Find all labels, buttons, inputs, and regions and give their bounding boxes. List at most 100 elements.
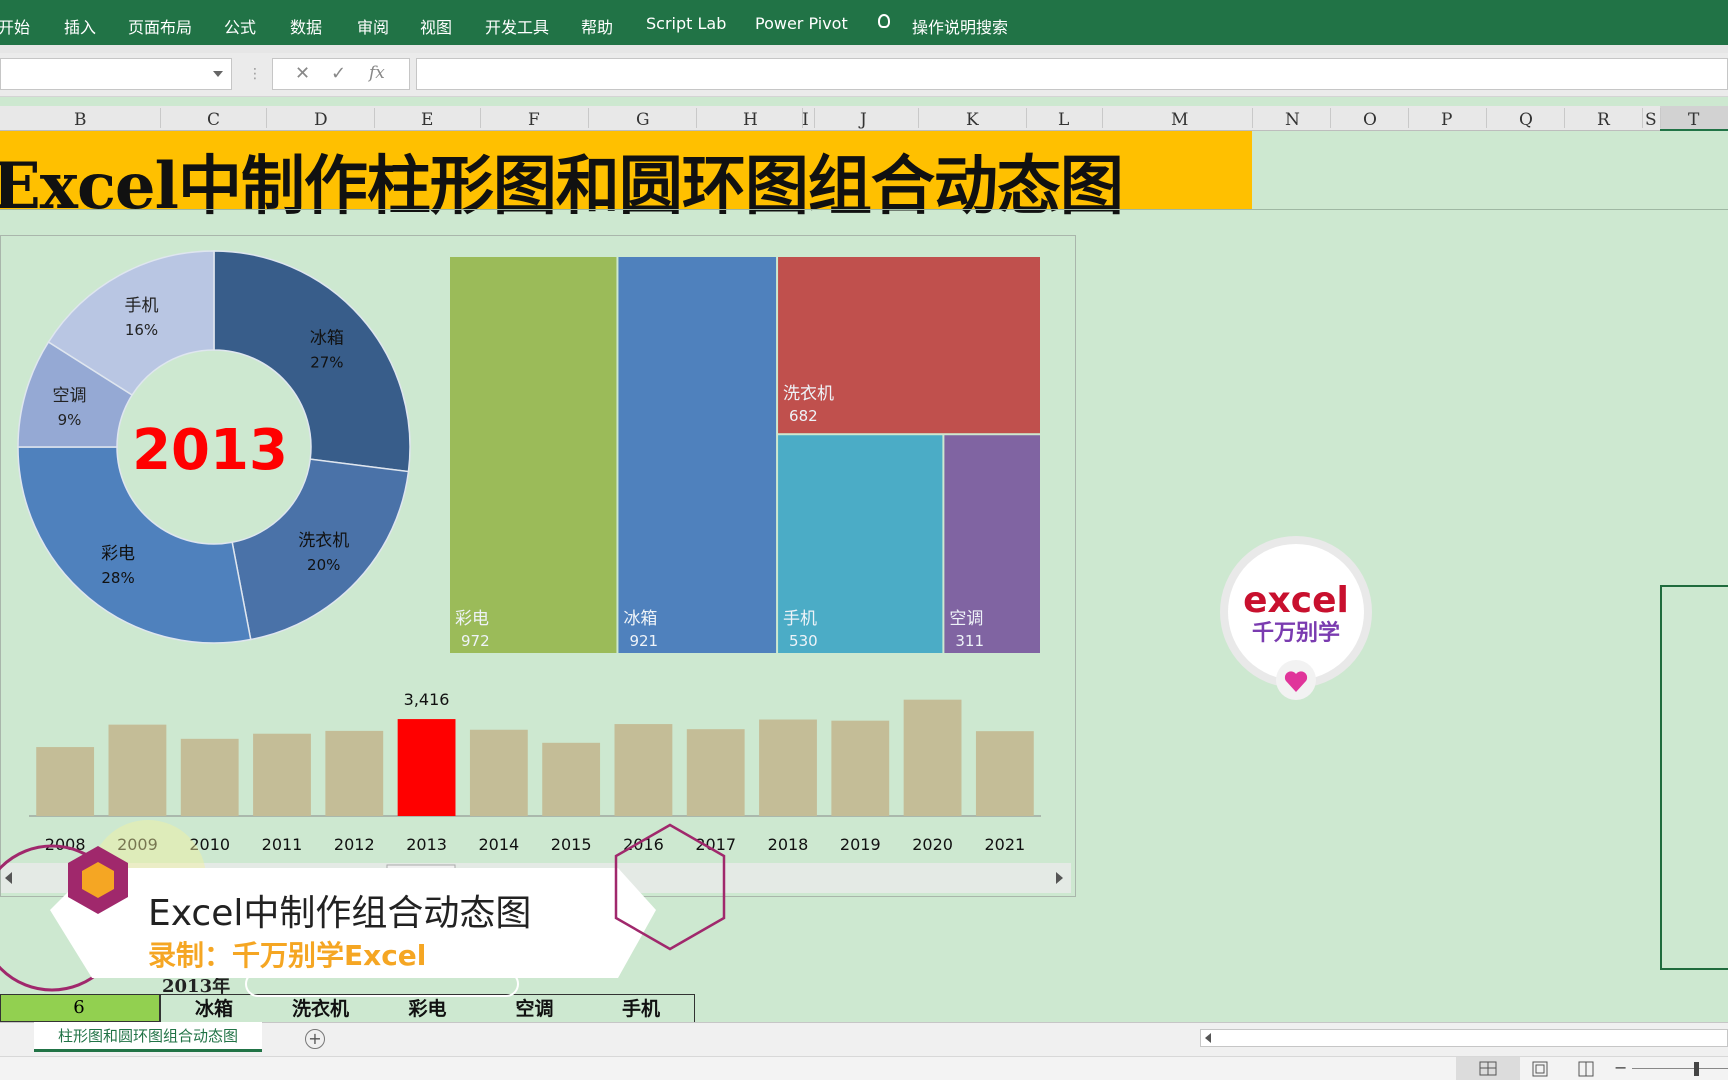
column-separator xyxy=(1026,108,1027,128)
column-header[interactable]: E xyxy=(421,110,433,130)
treemap-tile[interactable] xyxy=(450,257,617,653)
ribbon-tab[interactable]: 视图 xyxy=(420,14,452,38)
year-bar[interactable] xyxy=(108,724,167,816)
year-bar[interactable] xyxy=(542,742,601,816)
donut-center-year: 2013 xyxy=(132,418,288,483)
add-sheet-icon[interactable]: + xyxy=(305,1029,325,1049)
column-separator xyxy=(1330,108,1331,128)
donut-category-label: 彩电 xyxy=(101,544,135,564)
ribbon-tab[interactable]: Script Lab xyxy=(646,14,726,33)
ribbon-tabs: 开始 插入 页面布局 公式 数据 审阅 视图 开发工具 帮助 Script Lab Power Pi… xyxy=(0,0,1728,45)
treemap-category-label: 洗衣机 xyxy=(783,384,834,404)
enter-icon[interactable]: ✓ xyxy=(331,63,346,84)
year-tick-label: 2012 xyxy=(334,835,375,854)
column-header[interactable]: O xyxy=(1363,110,1377,130)
table-header-cell[interactable]: 空调 xyxy=(481,994,588,1022)
zoom-out-icon[interactable]: − xyxy=(1614,1058,1627,1077)
column-header[interactable]: N xyxy=(1285,110,1300,130)
ribbon-tab[interactable]: 审阅 xyxy=(357,14,389,38)
name-box[interactable] xyxy=(0,58,232,90)
zoom-slider[interactable] xyxy=(1632,1068,1728,1069)
excel-logo: excel 千万别学 xyxy=(1220,536,1372,700)
treemap-value-label: 311 xyxy=(955,632,984,650)
column-header[interactable]: K xyxy=(966,110,979,130)
table-index-cell[interactable]: 6 xyxy=(0,994,160,1022)
column-header[interactable]: L xyxy=(1058,110,1069,130)
data-table: 6 冰箱 洗衣机 彩电 空调 手机 xyxy=(0,994,696,1022)
more-icon[interactable]: ⋮ xyxy=(248,66,262,82)
column-header[interactable]: D xyxy=(314,110,328,130)
column-header[interactable]: P xyxy=(1441,110,1452,130)
column-header[interactable]: G xyxy=(636,110,650,130)
column-header[interactable]: R xyxy=(1597,110,1610,130)
sheet-tab-active[interactable]: 柱形图和圆环图组合动态图 xyxy=(34,1022,262,1052)
ribbon-tab[interactable]: 插入 xyxy=(64,14,96,38)
year-bar[interactable] xyxy=(686,729,745,816)
column-header[interactable]: S xyxy=(1645,110,1657,130)
year-bar[interactable] xyxy=(36,747,95,816)
ribbon-tab[interactable]: 数据 xyxy=(290,14,322,38)
year-bar[interactable] xyxy=(325,730,384,816)
logo-text-top: excel xyxy=(1243,580,1349,621)
ribbon-tab[interactable]: 操作说明搜索 xyxy=(912,14,1008,38)
zoom-slider-thumb[interactable] xyxy=(1694,1062,1699,1076)
treemap-category-label: 手机 xyxy=(783,609,817,629)
sheet-title-cell[interactable]: Excel中制作柱形图和圆环图组合动态图 xyxy=(0,131,1252,224)
column-header[interactable]: J xyxy=(860,110,867,130)
donut-category-label: 空调 xyxy=(52,386,86,406)
year-bar[interactable] xyxy=(469,729,528,816)
year-tick-label: 2009 xyxy=(117,835,158,854)
normal-view-button[interactable] xyxy=(1456,1057,1520,1080)
shape-outline[interactable] xyxy=(1660,585,1728,970)
ribbon-tab[interactable]: 页面布局 xyxy=(128,14,192,38)
table-header-cell[interactable]: 手机 xyxy=(588,994,695,1022)
year-bar[interactable] xyxy=(614,724,673,816)
column-header[interactable]: C xyxy=(207,110,220,130)
status-bar: − xyxy=(0,1056,1728,1080)
page-layout-icon[interactable] xyxy=(1520,1057,1560,1080)
cancel-icon[interactable]: ✕ xyxy=(295,63,310,84)
horizontal-scrollbar[interactable] xyxy=(1200,1029,1728,1047)
year-tick-label: 2013 xyxy=(406,835,447,854)
donut-percent-label: 9% xyxy=(58,411,82,429)
ribbon-tab[interactable]: 公式 xyxy=(224,14,256,38)
year-bar[interactable] xyxy=(759,719,817,816)
year-bar[interactable] xyxy=(975,731,1034,816)
year-bar[interactable] xyxy=(397,719,456,816)
combo-chart[interactable]: 冰箱 27% 洗衣机 20% 彩电 28% 空调 9% 手机 16% 2013 彩电 972 冰箱 921 洗… xyxy=(0,235,1076,897)
column-separator xyxy=(160,108,161,128)
year-tick-label: 2018 xyxy=(768,835,809,854)
column-header[interactable]: I xyxy=(802,110,809,130)
column-header[interactable]: M xyxy=(1171,110,1188,130)
column-header[interactable]: H xyxy=(743,110,758,130)
insert-function-icon[interactable]: fx xyxy=(369,63,385,83)
year-bar[interactable] xyxy=(180,738,239,816)
ribbon-tab[interactable]: Power Pivot xyxy=(755,14,848,33)
scroll-left-icon[interactable] xyxy=(1205,1033,1211,1043)
chevron-down-icon[interactable] xyxy=(213,71,223,77)
ribbon-tab[interactable]: 帮助 xyxy=(581,14,613,38)
table-header-cell[interactable]: 洗衣机 xyxy=(267,994,374,1022)
treemap-category-label: 空调 xyxy=(949,609,983,629)
page-break-icon[interactable] xyxy=(1566,1057,1606,1080)
formula-input[interactable] xyxy=(416,58,1728,90)
column-header[interactable]: T xyxy=(1688,110,1699,130)
year-bar[interactable] xyxy=(253,733,311,816)
column-separator xyxy=(814,108,815,128)
year-tick-label: 2010 xyxy=(189,835,230,854)
column-header[interactable]: B xyxy=(74,110,87,130)
column-header[interactable]: Q xyxy=(1519,110,1533,130)
column-header[interactable]: F xyxy=(528,110,540,130)
year-tick-label: 2008 xyxy=(45,835,86,854)
lightbulb-icon[interactable] xyxy=(878,14,890,28)
year-tick-label: 2015 xyxy=(551,835,592,854)
year-bar[interactable] xyxy=(903,699,962,816)
treemap-tile[interactable] xyxy=(618,257,777,653)
ribbon-tab[interactable]: 开发工具 xyxy=(485,14,549,38)
table-header-cell[interactable]: 彩电 xyxy=(374,994,481,1022)
column-separator xyxy=(1642,108,1643,128)
year-bar[interactable] xyxy=(831,720,890,816)
table-header-cell[interactable]: 冰箱 xyxy=(160,994,267,1022)
ribbon-tab[interactable]: 开始 xyxy=(0,14,30,38)
donut-category-label: 冰箱 xyxy=(310,328,344,348)
